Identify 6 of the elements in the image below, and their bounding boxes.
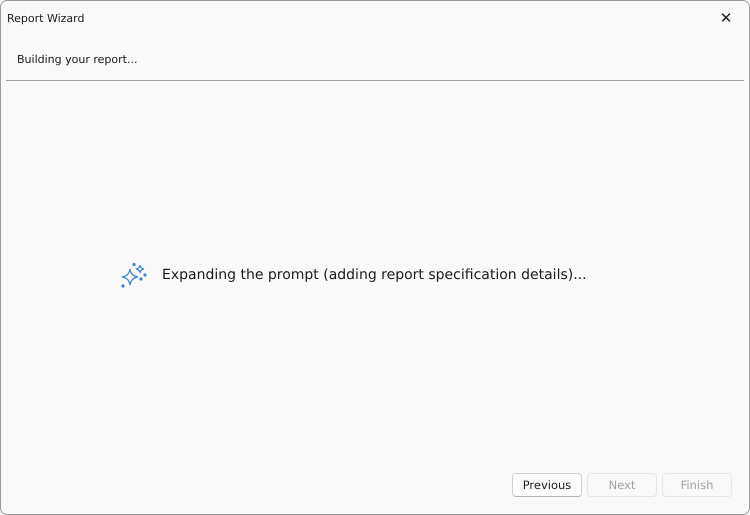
wizard-button[interactable]: Previous: [512, 473, 582, 497]
close-button[interactable]: ✕: [703, 1, 749, 35]
status-message: Expanding the prompt (adding report specification details)...: [162, 267, 587, 283]
sparkle-icon: [120, 262, 148, 288]
window-title: Report Wizard: [7, 12, 84, 24]
header-text: Building your report...: [17, 53, 138, 66]
